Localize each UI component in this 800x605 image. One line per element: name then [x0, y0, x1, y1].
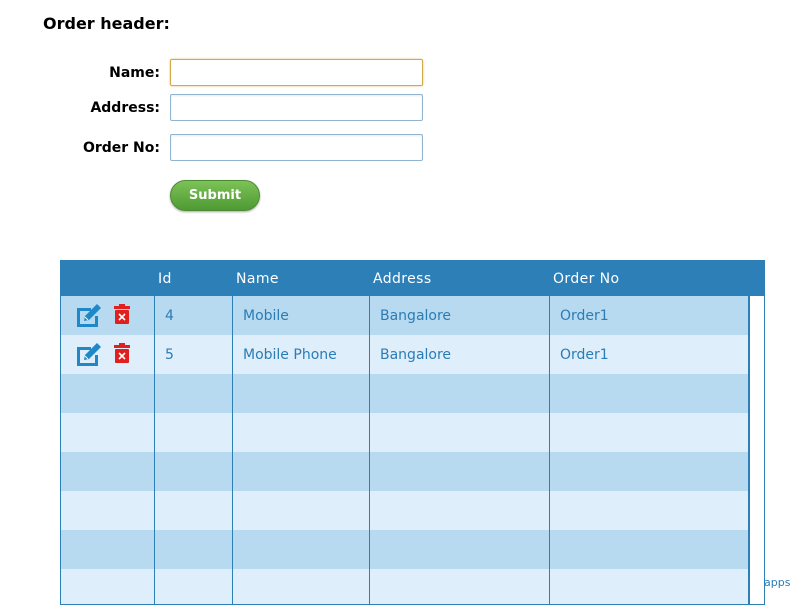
submit-button[interactable]: Submit	[170, 180, 260, 211]
column-header-name[interactable]: Name	[236, 261, 279, 297]
actions-cell	[61, 335, 155, 374]
name-cell: Mobile	[233, 296, 370, 335]
empty-row	[61, 413, 749, 452]
address-field[interactable]	[170, 94, 423, 121]
page-title: Order header:	[43, 14, 170, 33]
order-no-label: Order No:	[82, 140, 160, 156]
edit-icon[interactable]	[75, 302, 103, 328]
delete-icon[interactable]	[114, 343, 130, 363]
column-header-order-no[interactable]: Order No	[553, 261, 619, 297]
order-no-cell: Order1	[550, 296, 749, 335]
grid-body: 4 Mobile Bangalore Order1 5 Mobile Phone…	[61, 296, 749, 604]
id-cell: 4	[155, 296, 233, 335]
table-row: 5 Mobile Phone Bangalore Order1	[61, 335, 749, 374]
actions-cell	[61, 296, 155, 335]
column-header-address[interactable]: Address	[373, 261, 432, 297]
name-cell: Mobile Phone	[233, 335, 370, 374]
column-header-id[interactable]: Id	[158, 261, 172, 297]
name-label: Name:	[109, 65, 160, 81]
table-row: 4 Mobile Bangalore Order1	[61, 296, 749, 335]
empty-row	[61, 530, 749, 569]
empty-row	[61, 374, 749, 413]
apps-link[interactable]: apps	[764, 576, 790, 589]
orders-grid: Id Name Address Order No 4 Mobile Bangal…	[60, 260, 765, 605]
address-cell: Bangalore	[370, 296, 550, 335]
empty-row	[61, 491, 749, 530]
name-field[interactable]	[170, 59, 423, 86]
order-no-cell: Order1	[550, 335, 749, 374]
id-cell: 5	[155, 335, 233, 374]
delete-icon[interactable]	[114, 304, 130, 324]
name-row: Name:	[0, 59, 160, 87]
edit-icon[interactable]	[75, 341, 103, 367]
empty-row	[61, 452, 749, 491]
grid-side-strip	[749, 296, 764, 604]
grid-header: Id Name Address Order No	[61, 261, 764, 296]
address-cell: Bangalore	[370, 335, 550, 374]
address-row: Address:	[0, 94, 160, 122]
order-no-field[interactable]	[170, 134, 423, 161]
address-label: Address:	[90, 100, 160, 116]
order-no-row: Order No:	[0, 134, 160, 162]
